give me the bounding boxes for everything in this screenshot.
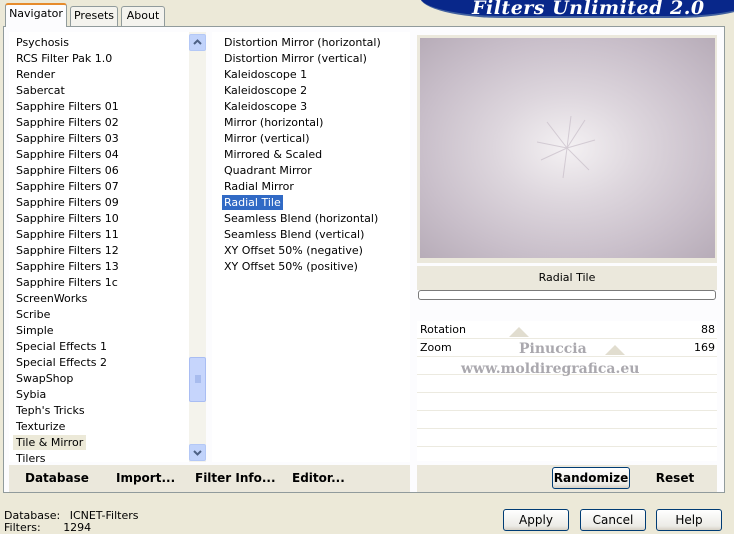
filter-item[interactable]: Distortion Mirror (vertical) (222, 51, 369, 66)
watermark-url: www.moldiregrafica.eu (461, 361, 640, 377)
filter-item[interactable]: Mirror (horizontal) (222, 115, 325, 130)
filter-item[interactable]: Distortion Mirror (horizontal) (222, 35, 383, 50)
scroll-thumb[interactable] (189, 357, 206, 402)
category-item[interactable]: Render (13, 67, 58, 82)
filter-info-button[interactable]: Filter Info... (195, 471, 276, 485)
banner-title: Filters Unlimited 2.0 (472, 0, 705, 19)
filter-item[interactable]: Mirrored & Scaled (222, 147, 324, 162)
preview-frame (417, 35, 717, 263)
scroll-up-button[interactable] (189, 34, 206, 51)
filter-item[interactable]: Kaleidoscope 2 (222, 83, 309, 98)
category-item[interactable]: Sapphire Filters 10 (13, 211, 122, 226)
category-item[interactable]: Sapphire Filters 11 (13, 227, 122, 242)
category-item[interactable]: Sapphire Filters 09 (13, 195, 122, 210)
filter-item[interactable]: XY Offset 50% (positive) (222, 259, 360, 274)
preview-image (420, 38, 715, 258)
category-item[interactable]: Sapphire Filters 02 (13, 115, 122, 130)
category-item[interactable]: Scribe (13, 307, 53, 322)
category-item[interactable]: Tile & Mirror (13, 435, 87, 450)
filter-list[interactable]: Distortion Mirror (horizontal) Distortion… (212, 32, 410, 462)
category-item[interactable]: Psychosis (13, 35, 72, 50)
category-item[interactable]: Tilers (13, 451, 49, 462)
chevron-down-icon (193, 450, 202, 456)
empty-slider-row (417, 429, 717, 447)
reset-button[interactable]: Reset (640, 467, 710, 489)
import-button[interactable]: Import... (116, 471, 175, 485)
category-item[interactable]: Simple (13, 323, 57, 338)
filter-item[interactable]: Quadrant Mirror (222, 163, 314, 178)
tab-navigator[interactable]: Navigator (5, 3, 67, 27)
category-item[interactable]: RCS Filter Pak 1.0 (13, 51, 115, 66)
category-item[interactable]: Sapphire Filters 01 (13, 99, 122, 114)
zoom-thumb[interactable] (605, 345, 625, 355)
filter-item[interactable]: Mirror (vertical) (222, 131, 312, 146)
database-button[interactable]: Database (25, 471, 89, 485)
category-item[interactable]: Special Effects 2 (13, 355, 110, 370)
category-item[interactable]: Sapphire Filters 06 (13, 163, 122, 178)
grip-icon (195, 375, 201, 383)
import-label: Import... (116, 471, 176, 485)
filter-item[interactable]: Kaleidoscope 3 (222, 99, 309, 114)
category-item[interactable]: Sapphire Filters 04 (13, 147, 122, 162)
category-list[interactable]: Psychosis RCS Filter Pak 1.0 Render Saberca… (9, 32, 189, 462)
filter-item[interactable]: Radial Mirror (222, 179, 296, 194)
category-item[interactable]: Sapphire Filters 1c (13, 275, 121, 290)
status-filters: Filters: 1294 (4, 521, 91, 534)
radial-center-icon (536, 115, 596, 179)
editor-label: Editor... (292, 471, 345, 485)
category-item[interactable]: Special Effects 1 (13, 339, 110, 354)
help-button[interactable]: Help (656, 509, 722, 531)
rotation-value: 88 (701, 323, 715, 336)
category-item[interactable]: Sapphire Filters 07 (13, 179, 122, 194)
editor-button[interactable]: Editor... (292, 471, 345, 485)
rotation-label: Rotation (420, 323, 467, 336)
filter-item[interactable]: Radial Tile (222, 195, 283, 210)
progress-bar (418, 290, 716, 300)
rotation-slider[interactable]: Rotation 88 (417, 321, 717, 339)
chevron-up-icon (193, 39, 202, 45)
scroll-down-button[interactable] (189, 444, 206, 461)
filter-info-label: Filter Info... (195, 471, 276, 485)
category-item[interactable]: Sapphire Filters 12 (13, 243, 122, 258)
status-filters-value: 1294 (63, 521, 92, 534)
cancel-button[interactable]: Cancel (580, 509, 646, 531)
category-item[interactable]: SwapShop (13, 371, 76, 386)
filter-item[interactable]: Seamless Blend (vertical) (222, 227, 366, 242)
category-item[interactable]: Sapphire Filters 13 (13, 259, 122, 274)
rotation-thumb[interactable] (509, 327, 529, 337)
category-item[interactable]: Sapphire Filters 03 (13, 131, 122, 146)
tab-about[interactable]: About (121, 6, 165, 26)
category-item[interactable]: ScreenWorks (13, 291, 90, 306)
category-item[interactable]: Texturize (13, 419, 68, 434)
zoom-value: 169 (694, 341, 715, 354)
zoom-label: Zoom (420, 341, 452, 354)
apply-button[interactable]: Apply (503, 509, 569, 531)
empty-slider-row (417, 393, 717, 411)
filter-item[interactable]: XY Offset 50% (negative) (222, 243, 365, 258)
category-item[interactable]: Sabercat (13, 83, 68, 98)
watermark-name: Pinuccia (519, 341, 587, 357)
filter-title: Radial Tile (417, 266, 717, 290)
tab-presets[interactable]: Presets (70, 6, 118, 26)
empty-slider-row (417, 411, 717, 429)
empty-slider-row (417, 447, 717, 465)
status-filters-label: Filters: (4, 521, 41, 534)
filter-item[interactable]: Kaleidoscope 1 (222, 67, 309, 82)
category-scrollbar[interactable] (189, 32, 206, 462)
database-label: Database (25, 471, 89, 485)
empty-slider-row (417, 375, 717, 393)
category-item[interactable]: Sybia (13, 387, 49, 402)
filter-item[interactable]: Seamless Blend (horizontal) (222, 211, 380, 226)
randomize-button[interactable]: Randomize (552, 467, 630, 489)
category-item[interactable]: Teph's Tricks (13, 403, 88, 418)
